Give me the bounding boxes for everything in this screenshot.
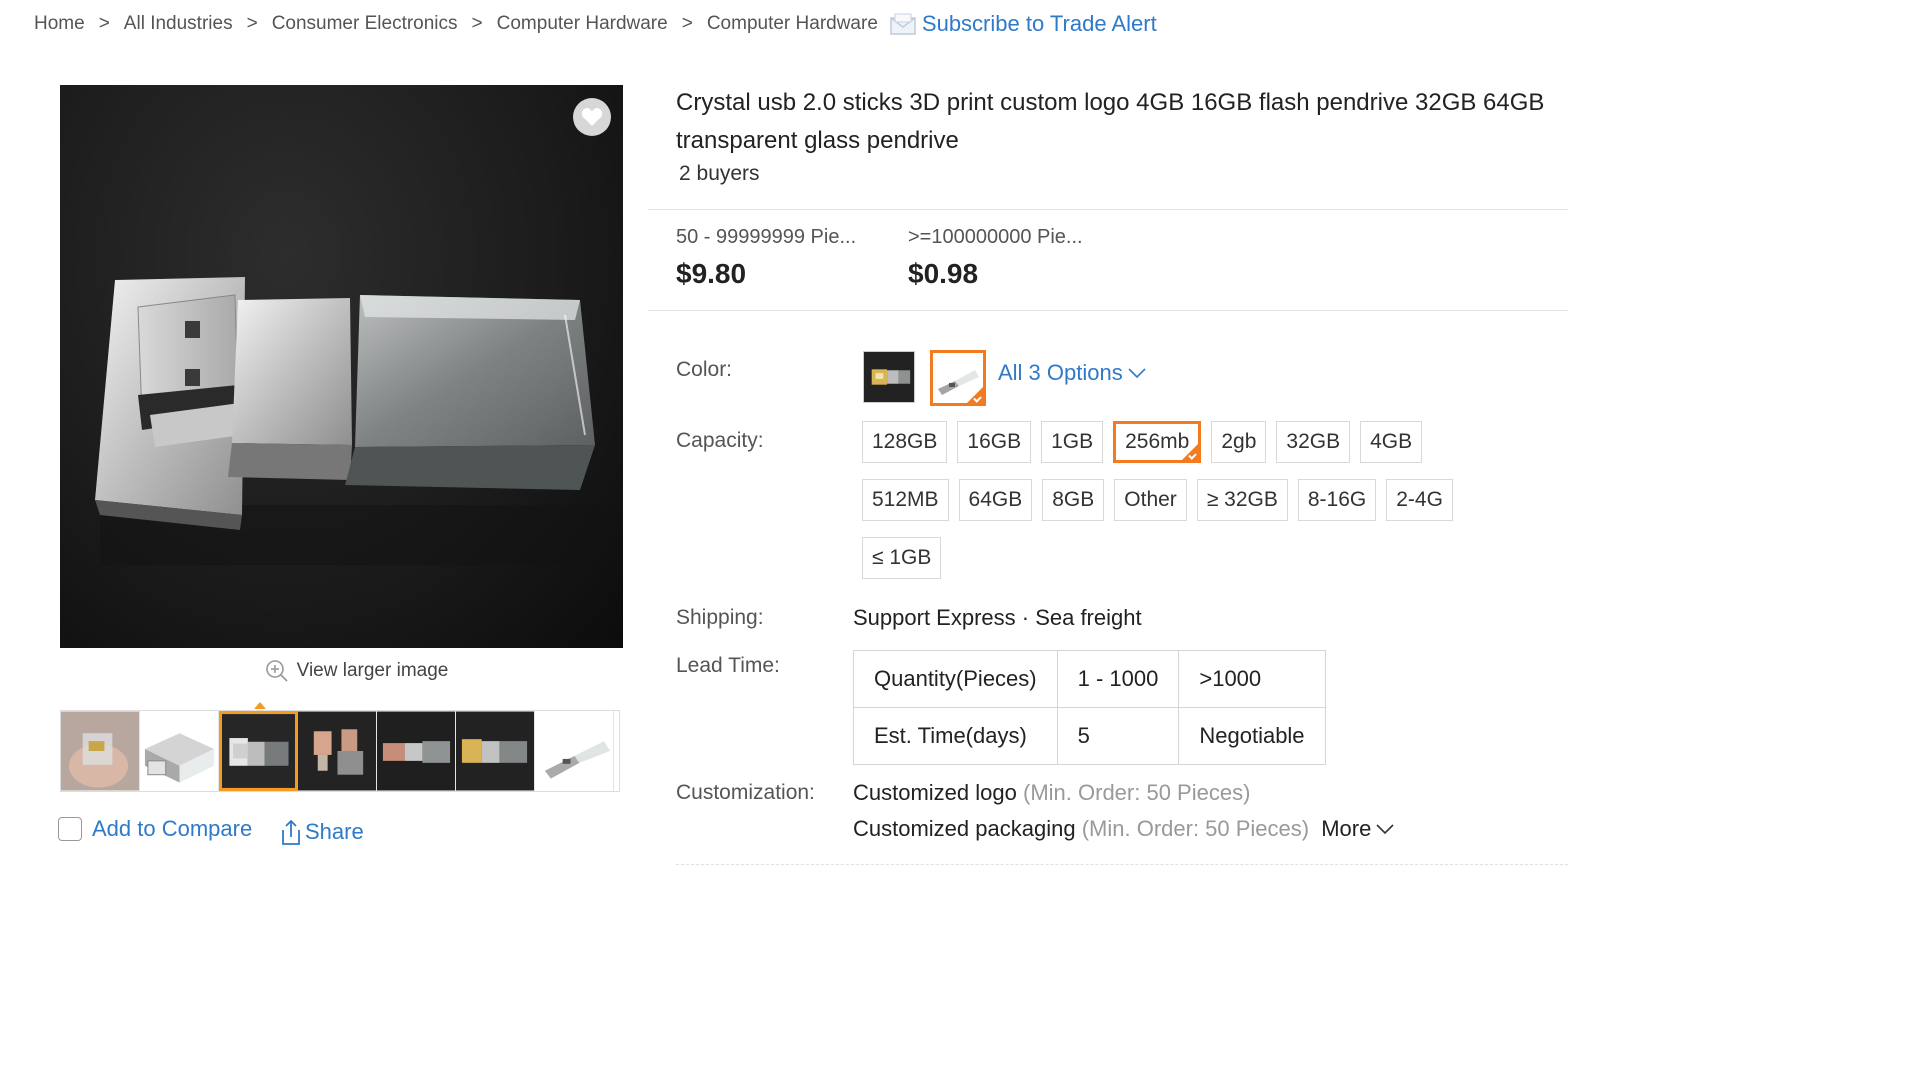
- breadcrumb-separator: >: [246, 13, 258, 34]
- price-tier-range: >=100000000 Pie...: [908, 226, 1083, 248]
- breadcrumb-home[interactable]: Home: [34, 13, 85, 35]
- capacity-option[interactable]: 2-4G: [1386, 479, 1453, 521]
- capacity-label: Capacity:: [676, 429, 764, 452]
- view-larger-label[interactable]: View larger image: [297, 660, 449, 682]
- customization-item: Customized logo (Min. Order: 50 Pieces): [853, 780, 1250, 806]
- capacity-option[interactable]: 512MB: [862, 479, 949, 521]
- color-label: Color:: [676, 358, 733, 381]
- all-options-label[interactable]: All 3 Options: [998, 360, 1123, 386]
- price-tier-2: >=100000000 Pie... $0.98: [908, 226, 1083, 290]
- customization-note: (Min. Order: 50 Pieces): [1023, 780, 1251, 805]
- capacity-option[interactable]: 2gb: [1211, 421, 1267, 463]
- divider: [648, 209, 1568, 210]
- capacity-option-selected[interactable]: 256mb: [1113, 421, 1202, 463]
- customization-name: Customized packaging: [853, 816, 1076, 841]
- breadcrumb-separator: >: [681, 13, 693, 34]
- more-label[interactable]: More: [1321, 816, 1371, 842]
- table-cell: >1000: [1178, 650, 1326, 708]
- breadcrumb-separator: >: [98, 13, 110, 34]
- shipping-label: Shipping:: [676, 606, 764, 629]
- add-to-compare[interactable]: Add to Compare: [58, 816, 252, 842]
- breadcrumb: Home > All Industries > Consumer Electro…: [34, 8, 1157, 40]
- shipping-value: Support Express · Sea freight: [853, 605, 1142, 630]
- thumbnail-3[interactable]: [219, 711, 298, 791]
- more-button[interactable]: More: [1321, 816, 1395, 842]
- breadcrumb-separator: >: [471, 13, 483, 34]
- capacity-option[interactable]: 8GB: [1042, 479, 1105, 521]
- chevron-down-icon: [1376, 824, 1394, 835]
- divider: [676, 864, 1568, 865]
- capacity-option[interactable]: 32GB: [1276, 421, 1351, 463]
- color-swatch-2[interactable]: [930, 350, 986, 406]
- customization-name: Customized logo: [853, 780, 1017, 805]
- chevron-down-icon: [1128, 368, 1146, 379]
- table-cell: Quantity(Pieces): [853, 650, 1058, 708]
- heart-icon: [581, 108, 603, 126]
- share-link[interactable]: Share: [279, 818, 364, 846]
- capacity-option[interactable]: 128GB: [862, 421, 948, 463]
- table-row: Quantity(Pieces) 1 - 1000 >1000: [853, 650, 1326, 708]
- add-to-compare-label[interactable]: Add to Compare: [92, 816, 252, 842]
- share-icon: [282, 819, 300, 845]
- thumbnail-4[interactable]: [298, 711, 377, 791]
- customization-item: Customized packaging (Min. Order: 50 Pie…: [853, 816, 1395, 842]
- table-cell: 1 - 1000: [1056, 650, 1180, 708]
- subscribe-trade-alert-link[interactable]: Subscribe to Trade Alert: [890, 11, 1157, 37]
- buyers-count: 2 buyers: [679, 162, 760, 185]
- capacity-option[interactable]: ≥ 32GB: [1196, 479, 1288, 521]
- thumbnail-7[interactable]: [535, 711, 614, 791]
- table-row: Est. Time(days) 5 Negotiable: [853, 707, 1326, 765]
- lead-time-table: Quantity(Pieces) 1 - 1000 >1000 Est. Tim…: [853, 650, 1326, 765]
- thumbnail-5[interactable]: [377, 711, 456, 791]
- customization-note: (Min. Order: 50 Pieces): [1081, 816, 1310, 841]
- lead-time-label: Lead Time:: [676, 654, 780, 677]
- price-tier-price: $9.80: [676, 258, 747, 289]
- thumbnail-selected-pointer: [254, 702, 266, 709]
- breadcrumb-all-industries[interactable]: All Industries: [124, 13, 233, 35]
- capacity-option[interactable]: 4GB: [1360, 421, 1423, 463]
- share-label[interactable]: Share: [305, 819, 364, 845]
- color-swatch-1[interactable]: [863, 351, 915, 403]
- compare-checkbox[interactable]: [58, 817, 82, 841]
- capacity-option[interactable]: 16GB: [957, 421, 1032, 463]
- price-tier-price: $0.98: [908, 258, 979, 289]
- usb-product-photo: [95, 277, 600, 565]
- price-tier-1: 50 - 99999999 Pie... $9.80: [676, 226, 856, 290]
- price-tier-range: 50 - 99999999 Pie...: [676, 226, 857, 248]
- customization-label: Customization:: [676, 781, 815, 804]
- capacity-option[interactable]: ≤ 1GB: [862, 537, 942, 579]
- table-cell: Est. Time(days): [853, 707, 1058, 765]
- favorite-button[interactable]: [573, 98, 611, 136]
- capacity-options: 128GB 16GB 1GB 256mb 2gb 32GB 4GB 512MB …: [862, 421, 1522, 595]
- capacity-option[interactable]: 1GB: [1041, 421, 1104, 463]
- breadcrumb-consumer-electronics[interactable]: Consumer Electronics: [272, 13, 458, 35]
- thumbnail-2[interactable]: [140, 711, 219, 791]
- selected-check-icon: [1182, 444, 1199, 460]
- capacity-option-label: 256mb: [1125, 430, 1190, 453]
- capacity-option[interactable]: 64GB: [958, 479, 1033, 521]
- breadcrumb-computer-hardware-current[interactable]: Computer Hardware: [707, 13, 878, 35]
- main-product-image[interactable]: [60, 85, 623, 648]
- divider: [648, 310, 1568, 311]
- thumbnail-1[interactable]: [61, 711, 140, 791]
- envelope-icon: [890, 13, 916, 35]
- subscribe-trade-alert-label[interactable]: Subscribe to Trade Alert: [922, 11, 1157, 37]
- capacity-option[interactable]: 8-16G: [1297, 479, 1377, 521]
- table-cell: 5: [1056, 707, 1180, 765]
- thumbnail-6[interactable]: [456, 711, 535, 791]
- product-title: Crystal usb 2.0 sticks 3D print custom l…: [676, 89, 1545, 154]
- capacity-option[interactable]: Other: [1114, 479, 1187, 521]
- all-options-link[interactable]: All 3 Options: [998, 360, 1147, 386]
- thumbnail-strip: [60, 710, 620, 792]
- zoom-in-icon: [265, 660, 288, 682]
- view-larger-image-link[interactable]: View larger image: [60, 656, 653, 686]
- selected-check-icon: [967, 387, 983, 403]
- breadcrumb-computer-hardware[interactable]: Computer Hardware: [497, 13, 668, 35]
- table-cell: Negotiable: [1178, 707, 1326, 765]
